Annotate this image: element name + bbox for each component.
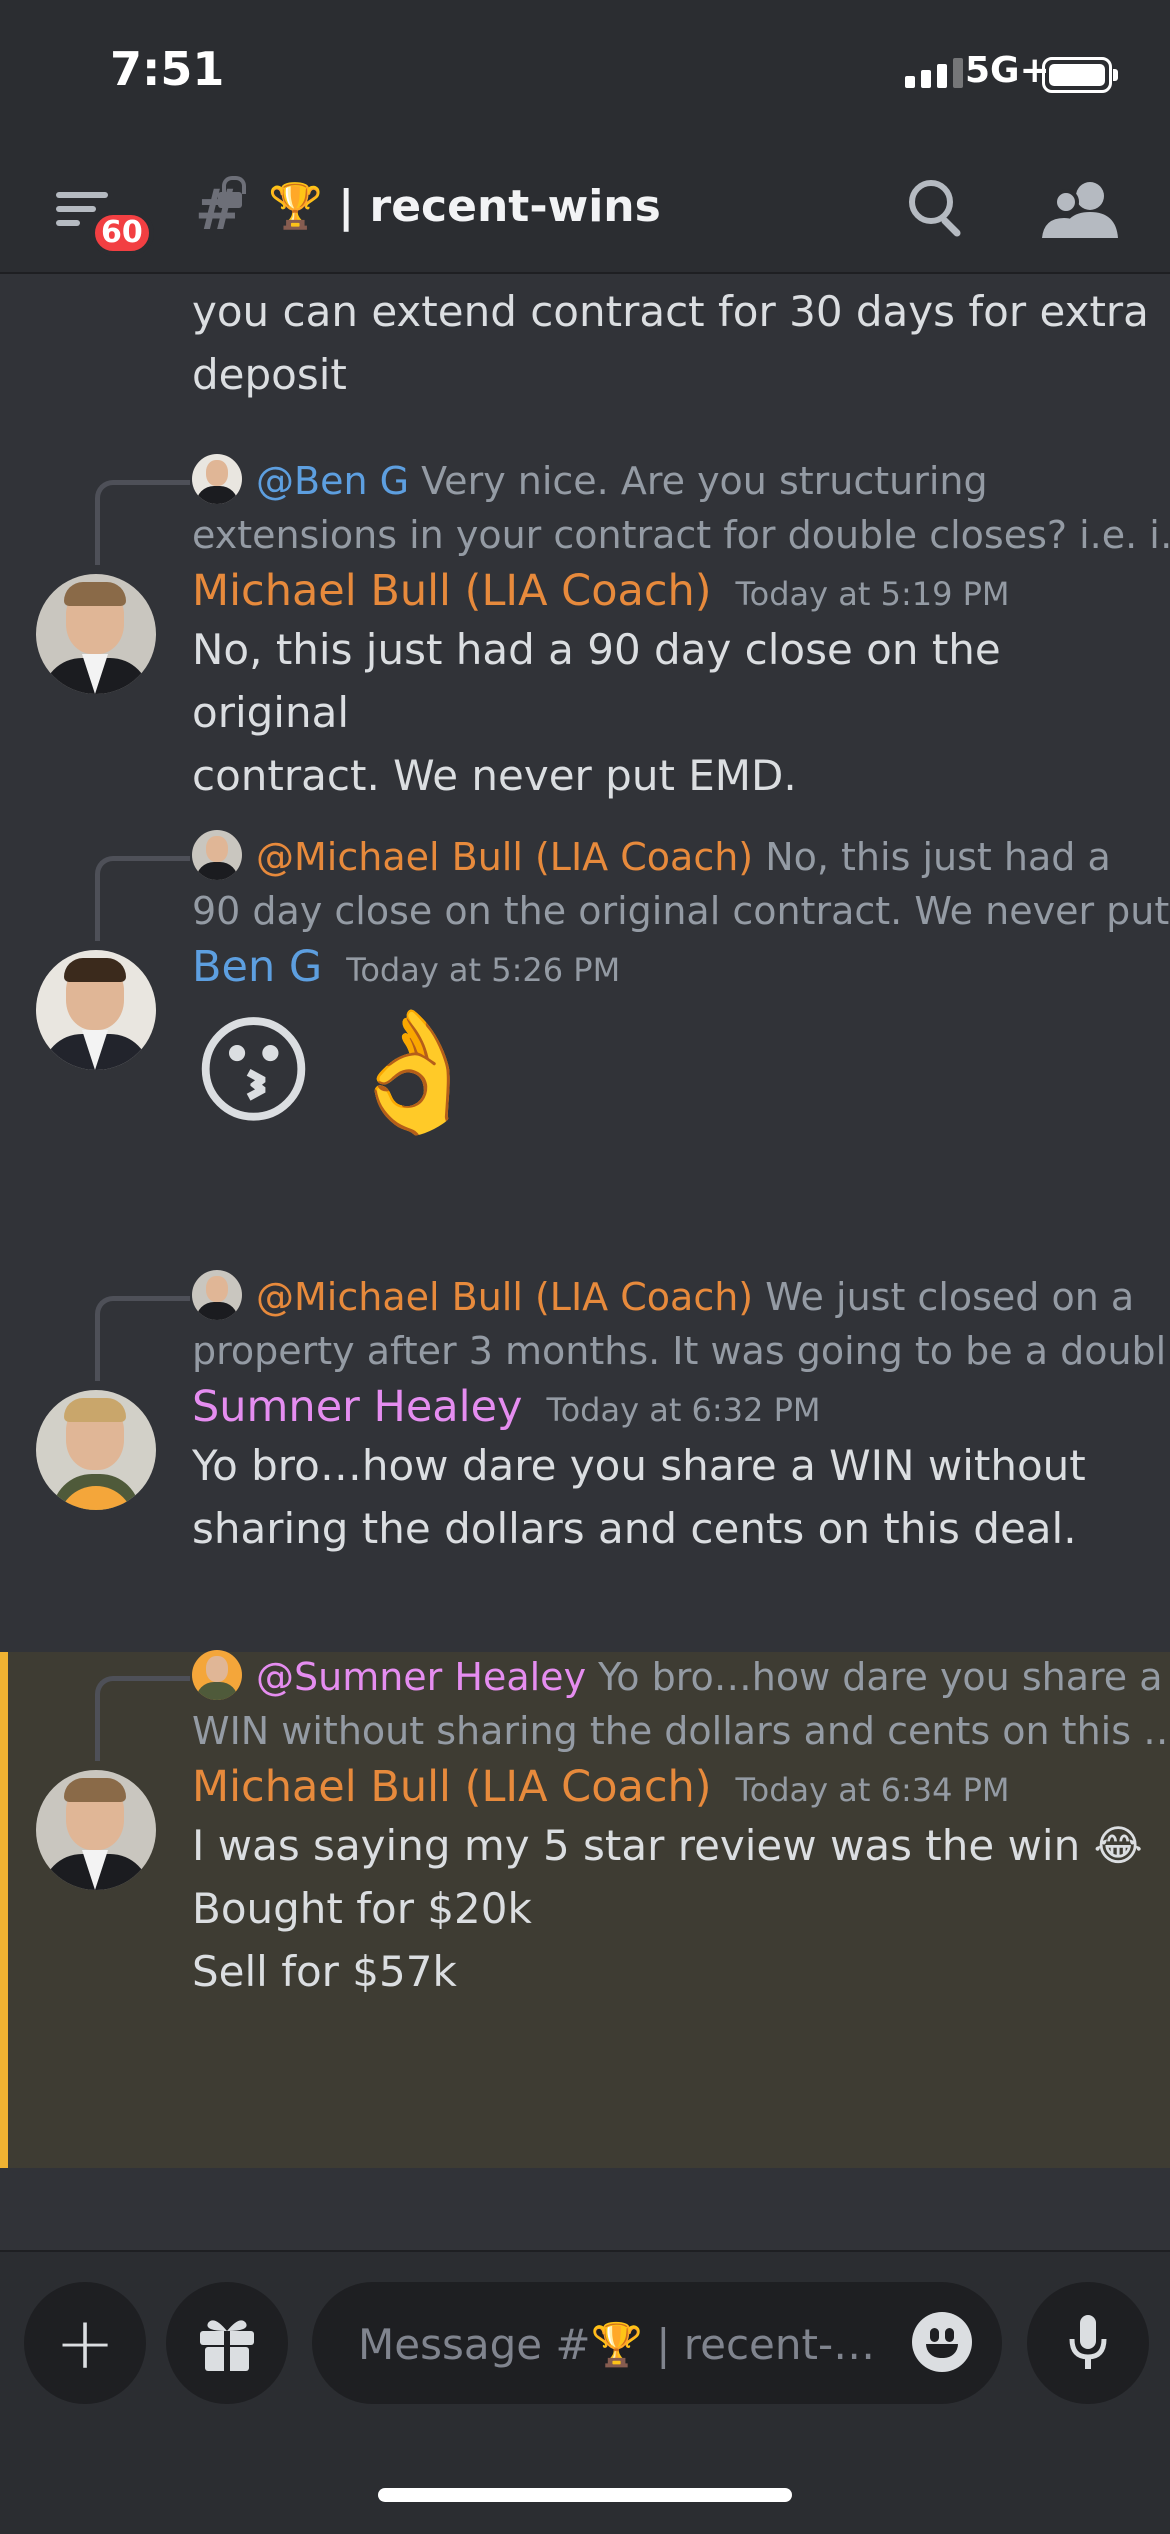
reply-preview[interactable]: @Ben G Very nice. Are you structuring [192,454,988,508]
hamburger-line [56,206,96,212]
message-timestamp: Today at 6:32 PM [546,1391,821,1429]
message-text-line: Bought for $20k [192,1884,532,1933]
reply-preview[interactable]: @Michael Bull (LIA Coach) No, this just … [192,830,1111,884]
reply-text-line2: property after 3 months. It was going to… [192,1329,1170,1373]
message-timestamp: Today at 6:34 PM [735,1771,1010,1809]
status-time: 7:51 [110,42,225,96]
reply-text-line2: WIN without sharing the dollars and cent… [192,1709,1170,1753]
message-text-line: you can extend contract for 30 days for … [192,287,1149,336]
hamburger-icon [56,192,108,198]
message-text-line: No, this just had a 90 day close on the … [192,625,1001,737]
reply-text-line2: 90 day close on the original contract. W… [192,889,1170,933]
author-name[interactable]: Sumner Healey [192,1382,522,1432]
reply-avatar [192,1270,242,1320]
reply-avatar [192,1650,242,1700]
reply-mention[interactable]: @Sumner Healey [256,1655,586,1699]
author-name[interactable]: Michael Bull (LIA Coach) [192,566,712,616]
reply-text: We just closed on a [753,1275,1135,1319]
reply-mention[interactable]: @Michael Bull (LIA Coach) [256,1275,753,1319]
microphone-icon [1069,2315,1107,2369]
reply-text: Very nice. Are you structuring [409,459,988,503]
message-input[interactable] [356,2310,880,2378]
reply-connector [95,480,190,565]
home-indicator[interactable] [378,2488,792,2502]
message-text-line: contract. We never put EMD. [192,751,797,800]
search-icon[interactable] [905,176,975,246]
reply-preview[interactable]: @Michael Bull (LIA Coach) We just closed… [192,1270,1134,1324]
avatar[interactable] [36,1770,156,1890]
reply-text-line2: extensions in your contract for double c… [192,513,1170,557]
gift-button[interactable] [166,2282,288,2404]
battery-icon [1042,57,1118,93]
message-text-line: I was saying my 5 star review was the wi… [192,1821,1143,1870]
avatar[interactable] [36,1390,156,1510]
reply-connector [95,1676,190,1761]
channel-header: 60 # 🏆 | recent-wins [0,150,1170,274]
reply-text: Yo bro…how dare you share a [586,1655,1163,1699]
reply-connector [95,1296,190,1381]
members-icon[interactable] [1040,176,1120,246]
signal-icon [905,58,963,88]
avatar[interactable] [36,574,156,694]
reply-avatar [192,454,242,504]
author-name[interactable]: Ben G [192,942,322,992]
channel-title[interactable]: 🏆 | recent-wins [268,180,661,232]
reply-connector [95,856,190,941]
message-timestamp: Today at 5:19 PM [735,575,1010,613]
reply-mention[interactable]: @Michael Bull (LIA Coach) [256,835,753,879]
plus-icon: + [54,2301,116,2385]
status-bar: 7:51 5G+ [0,0,1170,150]
message-timestamp: Today at 5:26 PM [346,951,621,989]
emoji-picker-icon[interactable] [912,2312,972,2372]
message-list[interactable]: you can extend contract for 30 days for … [0,274,1170,2250]
reply-text: No, this just had a [753,835,1111,879]
kissing-face-emoji: 😗 [192,1002,316,1140]
message-text-line: deposit [192,350,347,399]
message-input-container[interactable] [312,2282,1002,2404]
message-text-line: sharing the dollars and cents on this de… [192,1504,1077,1553]
lock-icon [218,176,246,208]
reply-avatar [192,830,242,880]
gift-icon [200,2320,254,2371]
network-label: 5G+ [965,50,1050,91]
reply-mention[interactable]: @Ben G [256,459,409,503]
avatar[interactable] [36,950,156,1070]
message-text-line: Yo bro…how dare you share a WIN without [192,1441,1086,1490]
notification-badge: 60 [90,210,154,256]
voice-message-button[interactable] [1027,2282,1149,2404]
message-text-line: Sell for $57k [192,1947,457,1996]
hamburger-line [56,220,80,226]
author-name[interactable]: Michael Bull (LIA Coach) [192,1762,712,1812]
ok-hand-emoji: 👌 [340,1002,488,1140]
menu-button[interactable]: 60 [52,182,154,262]
reply-preview[interactable]: @Sumner Healey Yo bro…how dare you share… [192,1650,1163,1704]
attach-button[interactable]: + [24,2282,146,2404]
